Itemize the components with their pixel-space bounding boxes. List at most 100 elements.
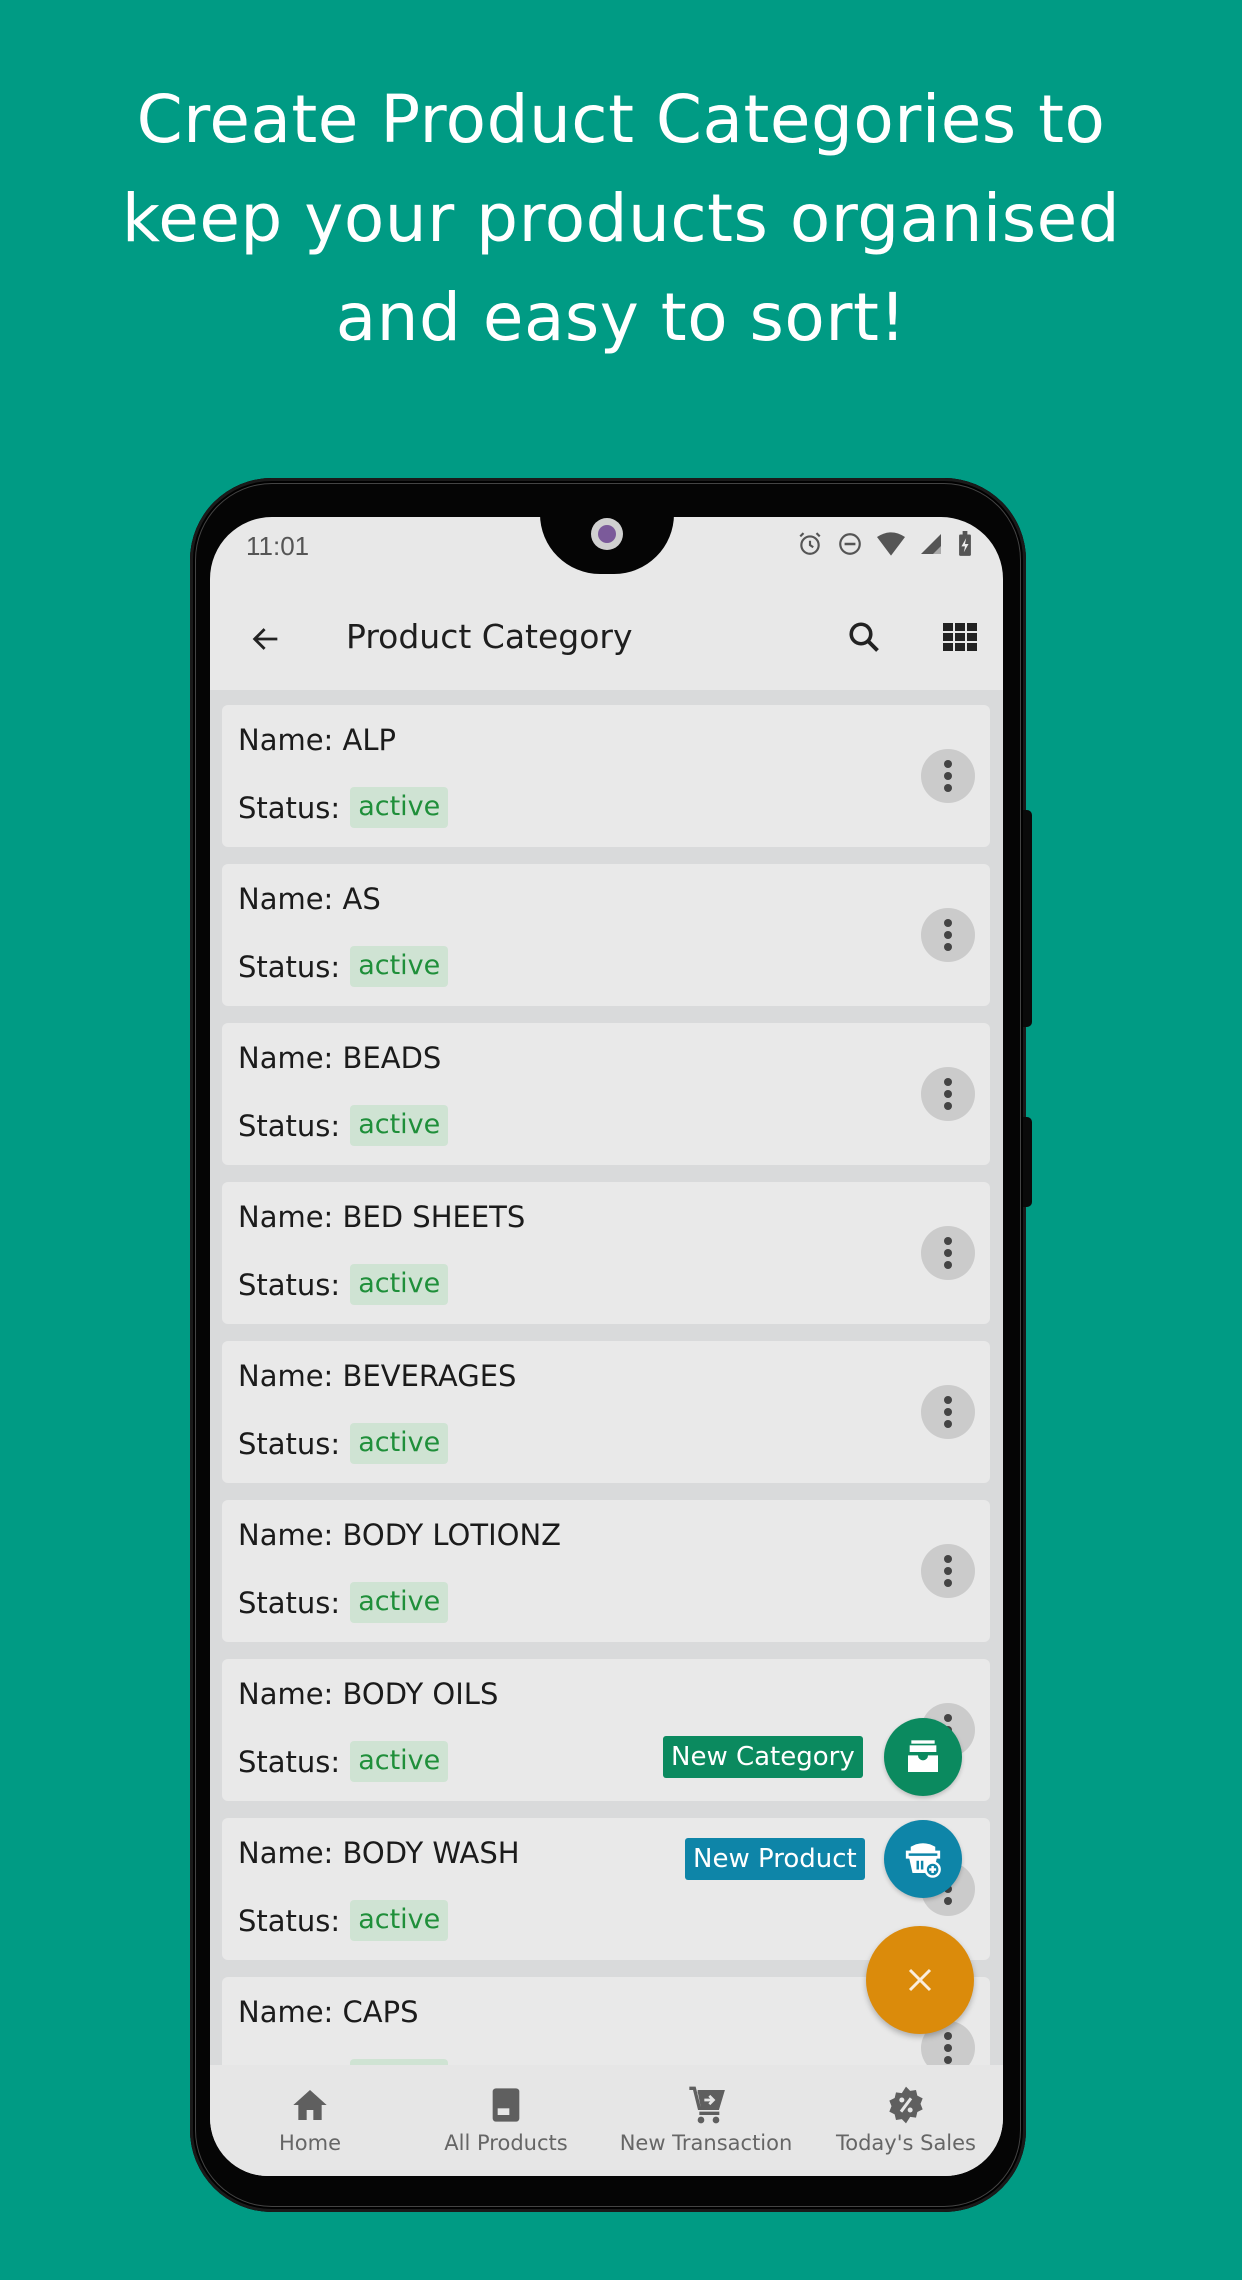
status-label: Status:: [238, 1426, 341, 1461]
more-vert-dot: [944, 1249, 952, 1257]
more-vert-dot: [944, 1237, 952, 1245]
more-vert-dot: [944, 1579, 952, 1587]
status-label: Status:: [238, 1108, 341, 1143]
volume-button: [1023, 810, 1032, 1027]
search-icon: [849, 622, 879, 652]
list-item[interactable]: Name: BEADS Status: active: [222, 1023, 990, 1165]
nav-item-all-products[interactable]: All Products: [406, 2065, 606, 2176]
nav-item-todays-sales[interactable]: Today's Sales: [806, 2065, 1003, 2176]
nav-label-todays-sales: Today's Sales: [835, 2131, 977, 2155]
status-row: Status: active: [238, 1582, 449, 1623]
list-item[interactable]: Name: AS Status: active: [222, 864, 990, 1006]
close-fab-menu-button[interactable]: [866, 1926, 974, 2034]
battery-charging-icon: [959, 531, 971, 556]
arrow-left-icon: [252, 628, 278, 650]
more-vert-dot: [944, 1090, 952, 1098]
headline-line-3: and easy to sort!: [335, 279, 907, 356]
category-name: Name: BODY LOTIONZ: [238, 1518, 562, 1552]
inbox-tray-icon: [908, 1740, 938, 1772]
more-vert-dot: [944, 772, 952, 780]
more-vert-dot: [944, 1714, 952, 1722]
category-name: Name: BED SHEETS: [238, 1200, 526, 1234]
status-row: Status: active: [238, 1900, 449, 1941]
discount-badge-icon: [889, 2086, 923, 2124]
status-label: Status:: [238, 1585, 341, 1620]
more-options-button[interactable]: [921, 1544, 975, 1598]
more-options-button[interactable]: [921, 1385, 975, 1439]
status-row: Status: active: [238, 1105, 449, 1146]
category-name: Name: BODY OILS: [238, 1677, 499, 1711]
status-label: Status:: [238, 790, 341, 825]
new-product-label[interactable]: New Product: [685, 1838, 865, 1880]
status-row: Status: active: [238, 1423, 449, 1464]
list-item[interactable]: Name: BED SHEETS Status: active: [222, 1182, 990, 1324]
more-vert-dot: [944, 1897, 952, 1905]
grid-view-button[interactable]: [932, 609, 988, 665]
more-vert-dot: [944, 943, 952, 951]
bottom-navigation: Home All Products New Transaction Today'…: [210, 2065, 1003, 2176]
more-vert-dot: [944, 1420, 952, 1428]
status-time: 11:01: [246, 531, 310, 561]
list-item[interactable]: Name: BODY WASH Status: active: [222, 1818, 990, 1960]
close-icon: [908, 1968, 932, 1992]
front-camera: [591, 518, 623, 550]
headline-line-2: keep your products organised: [121, 180, 1121, 257]
category-name: Name: BODY WASH: [238, 1836, 520, 1870]
back-button[interactable]: [238, 611, 294, 667]
phone-screen: 11:01 Product Category Name: ALP Status: a…: [210, 517, 1003, 2176]
status-badge: active: [350, 946, 449, 987]
more-vert-dot: [944, 1261, 952, 1269]
more-vert-dot: [944, 2032, 952, 2040]
status-badge: active: [350, 1900, 449, 1941]
more-options-button[interactable]: [921, 1067, 975, 1121]
nav-item-new-transaction[interactable]: New Transaction: [606, 2065, 806, 2176]
list-item[interactable]: Name: ALP Status: active: [222, 705, 990, 847]
more-vert-dot: [944, 931, 952, 939]
status-badge: active: [350, 1741, 449, 1782]
more-vert-dot: [944, 1408, 952, 1416]
cell-signal-icon: [921, 534, 941, 554]
category-name: Name: ALP: [238, 723, 397, 757]
more-options-button[interactable]: [921, 749, 975, 803]
status-badge: active: [350, 787, 449, 828]
new-category-fab[interactable]: [884, 1718, 962, 1796]
new-category-label[interactable]: New Category: [663, 1736, 863, 1778]
more-vert-dot: [944, 1102, 952, 1110]
do-not-disturb-icon: [839, 533, 861, 555]
new-product-fab[interactable]: [884, 1820, 962, 1898]
wifi-icon: [877, 532, 905, 556]
status-row: Status: active: [238, 1741, 449, 1782]
list-item[interactable]: Name: BEVERAGES Status: active: [222, 1341, 990, 1483]
more-vert-dot: [944, 784, 952, 792]
more-vert-dot: [944, 2056, 952, 2064]
basket-add-icon: [905, 1843, 941, 1878]
promo-headline: Create Product Categories to keep your p…: [0, 70, 1242, 367]
status-badge: active: [350, 1582, 449, 1623]
nav-label-home: Home: [278, 2131, 341, 2155]
list-item[interactable]: Name: BODY LOTIONZ Status: active: [222, 1500, 990, 1642]
status-label: Status:: [238, 1744, 341, 1779]
status-badge: active: [350, 1423, 449, 1464]
status-row: Status: active: [238, 787, 449, 828]
category-name: Name: AS: [238, 882, 381, 916]
status-label: Status:: [238, 1267, 341, 1302]
more-vert-dot: [944, 2044, 952, 2052]
cart-arrow-icon: [689, 2086, 725, 2124]
nav-item-home[interactable]: Home: [210, 2065, 410, 2176]
category-name: Name: CAPS: [238, 1995, 419, 2029]
category-name: Name: BEADS: [238, 1041, 442, 1075]
more-options-button[interactable]: [921, 908, 975, 962]
alarm-icon: [799, 532, 821, 555]
status-row: Status: active: [238, 1264, 449, 1305]
nav-label-all-products: All Products: [444, 2131, 568, 2155]
list-item[interactable]: Name: BODY OILS Status: active: [222, 1659, 990, 1801]
app-bar: Product Category: [210, 587, 1003, 690]
status-icons: [797, 531, 973, 557]
more-vert-dot: [944, 1078, 952, 1086]
home-icon: [293, 2090, 327, 2120]
search-button[interactable]: [836, 609, 892, 665]
more-options-button[interactable]: [921, 1226, 975, 1280]
headline-line-1: Create Product Categories to: [136, 81, 1106, 158]
page-title: Product Category: [346, 617, 633, 656]
more-vert-dot: [944, 1555, 952, 1563]
